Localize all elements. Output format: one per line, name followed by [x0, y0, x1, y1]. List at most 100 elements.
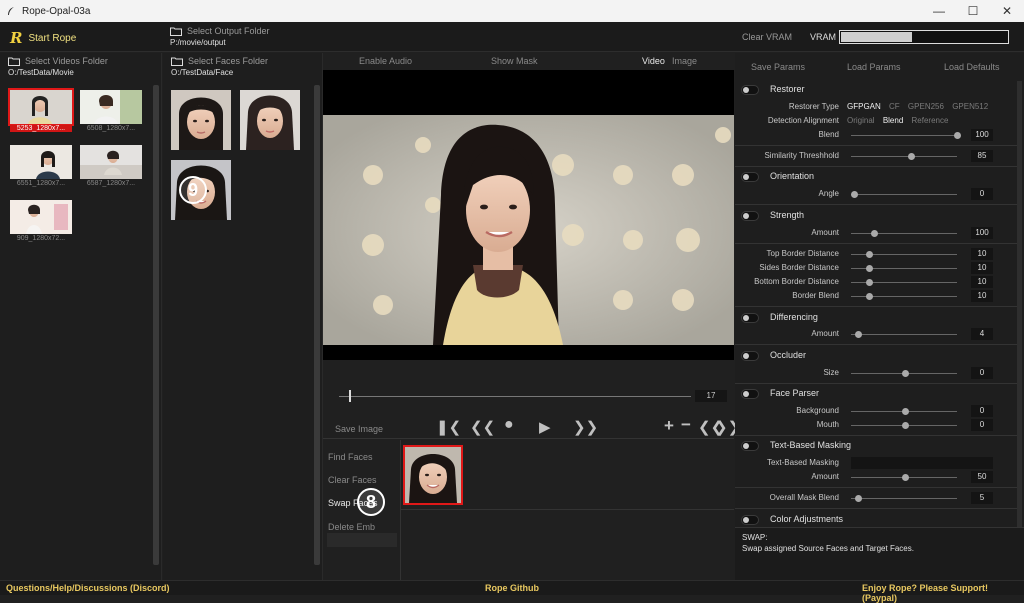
minimize-icon[interactable]: —	[922, 0, 956, 22]
video-mode-tab[interactable]: Video	[642, 56, 665, 66]
occluder-size-value[interactable]: 0	[971, 367, 993, 379]
start-rope-button[interactable]: R Start Rope	[10, 29, 76, 47]
top-border-value[interactable]: 10	[971, 248, 993, 260]
video-thumbnail[interactable]: 6508_1280x7...	[80, 90, 142, 136]
face-parser-toggle[interactable]	[741, 389, 759, 399]
faces-scrollbar[interactable]	[314, 85, 320, 565]
frame-number[interactable]: 17	[695, 390, 727, 402]
rewind-icon[interactable]: ❮❮	[470, 418, 495, 436]
mouth-value[interactable]: 0	[971, 419, 993, 431]
video-thumbnail[interactable]: 909_1280x72...	[10, 200, 72, 246]
videos-scrollbar[interactable]	[153, 85, 159, 565]
background-value[interactable]: 0	[971, 405, 993, 417]
angle-slider[interactable]	[851, 194, 957, 195]
restorer-type-gpen512[interactable]: GPEN512	[952, 102, 988, 111]
restorer-type-gpen256[interactable]: GPEN256	[908, 102, 944, 111]
slider-knob[interactable]	[908, 153, 915, 160]
video-timeline[interactable]: 17	[323, 389, 734, 403]
clear-vram-button[interactable]: Clear VRAM	[742, 32, 792, 42]
slider-knob[interactable]	[866, 251, 873, 258]
paypal-link[interactable]: Enjoy Rope? Please Support! (Paypal)	[862, 583, 1024, 603]
load-params-button[interactable]: Load Params	[847, 62, 901, 72]
strength-toggle[interactable]	[741, 211, 759, 221]
target-face-thumbnail[interactable]	[403, 445, 463, 505]
slider-knob[interactable]	[902, 474, 909, 481]
load-defaults-button[interactable]: Load Defaults	[944, 62, 1000, 72]
slider-knob[interactable]	[855, 495, 862, 502]
play-icon[interactable]: ▶	[539, 418, 551, 436]
slider-knob[interactable]	[954, 132, 961, 139]
select-output-folder-button[interactable]: Select Output Folder	[170, 26, 270, 36]
source-face-thumbnail[interactable]	[240, 90, 300, 150]
video-thumbnail[interactable]: 6551_1280x7...	[10, 145, 72, 191]
zoom-in-icon[interactable]: +	[664, 416, 674, 436]
orientation-toggle[interactable]	[741, 172, 759, 182]
skip-to-start-icon[interactable]: ❚❮	[436, 418, 461, 436]
record-icon[interactable]: ●	[504, 416, 514, 434]
embedding-name-input[interactable]	[327, 533, 397, 547]
text-masking-input[interactable]	[851, 457, 993, 469]
restorer-type-cf[interactable]: CF	[889, 102, 900, 111]
slider-knob[interactable]	[866, 293, 873, 300]
slider-knob[interactable]	[851, 191, 858, 198]
slider-knob[interactable]	[902, 422, 909, 429]
save-params-button[interactable]: Save Params	[751, 62, 805, 72]
params-scrollbar[interactable]	[1017, 81, 1022, 527]
delete-emb-button[interactable]: Delete Emb	[328, 522, 375, 532]
alignment-original[interactable]: Original	[847, 116, 875, 125]
strength-amount-value[interactable]: 100	[971, 227, 993, 239]
select-faces-folder-button[interactable]: Select Faces Folder	[171, 56, 268, 66]
slider-knob[interactable]	[871, 230, 878, 237]
slider-knob[interactable]	[902, 370, 909, 377]
enable-audio-toggle[interactable]: Enable Audio	[359, 56, 412, 66]
video-player[interactable]	[323, 70, 734, 360]
slider-knob[interactable]	[902, 408, 909, 415]
fast-forward-icon[interactable]: ❯❯	[573, 418, 598, 436]
video-thumbnail[interactable]: 5253_1280x7...	[8, 88, 74, 136]
divider	[735, 204, 1017, 205]
source-face-thumbnail[interactable]	[171, 90, 231, 150]
discord-link[interactable]: Questions/Help/Discussions (Discord)	[6, 583, 170, 593]
differencing-toggle[interactable]	[741, 313, 759, 323]
video-thumbnail[interactable]: 6587_1280x7...	[80, 145, 142, 191]
restorer-type-gfpgan[interactable]: GFPGAN	[847, 102, 881, 111]
zoom-out-icon[interactable]: −	[681, 415, 691, 435]
overall-blend-slider[interactable]	[851, 498, 957, 499]
find-faces-button[interactable]: Find Faces	[328, 452, 373, 462]
sides-border-value[interactable]: 10	[971, 262, 993, 274]
maximize-icon[interactable]: ☐	[956, 0, 990, 22]
detection-alignment-row: Detection Alignment Original Blend Refer…	[735, 115, 1017, 127]
show-mask-toggle[interactable]: Show Mask	[491, 56, 538, 66]
occluder-toggle[interactable]	[741, 351, 759, 361]
strength-amount-slider[interactable]	[851, 233, 957, 234]
output-folder-path: P:/movie/output	[170, 38, 226, 47]
clear-faces-button[interactable]: Clear Faces	[328, 475, 377, 485]
timeline-track[interactable]	[339, 396, 691, 397]
save-image-button[interactable]: Save Image	[335, 424, 383, 434]
differencing-amount-value[interactable]: 4	[971, 328, 993, 340]
restorer-blend-slider[interactable]	[851, 135, 957, 136]
similarity-value[interactable]: 85	[971, 150, 993, 162]
text-masking-amount-value[interactable]: 50	[971, 471, 993, 483]
color-adjustments-toggle[interactable]	[741, 515, 759, 525]
text-masking-toggle[interactable]	[741, 441, 759, 451]
differencing-amount-slider[interactable]	[851, 334, 957, 335]
angle-value[interactable]: 0	[971, 188, 993, 200]
overall-blend-value[interactable]: 5	[971, 492, 993, 504]
alignment-blend[interactable]: Blend	[883, 116, 903, 125]
github-link[interactable]: Rope Github	[485, 583, 539, 593]
border-blend-value[interactable]: 10	[971, 290, 993, 302]
image-mode-tab[interactable]: Image	[672, 56, 697, 66]
timeline-handle[interactable]	[349, 390, 351, 402]
close-icon[interactable]: ✕	[990, 0, 1024, 22]
similarity-slider[interactable]	[851, 156, 957, 157]
slider-knob[interactable]	[855, 331, 862, 338]
bottom-border-value[interactable]: 10	[971, 276, 993, 288]
slider-knob[interactable]	[866, 265, 873, 272]
divider	[735, 306, 1017, 307]
restorer-toggle[interactable]	[741, 85, 759, 95]
select-videos-folder-button[interactable]: Select Videos Folder	[8, 56, 108, 66]
slider-knob[interactable]	[866, 279, 873, 286]
restorer-blend-value[interactable]: 100	[971, 129, 993, 141]
alignment-reference[interactable]: Reference	[912, 116, 949, 125]
